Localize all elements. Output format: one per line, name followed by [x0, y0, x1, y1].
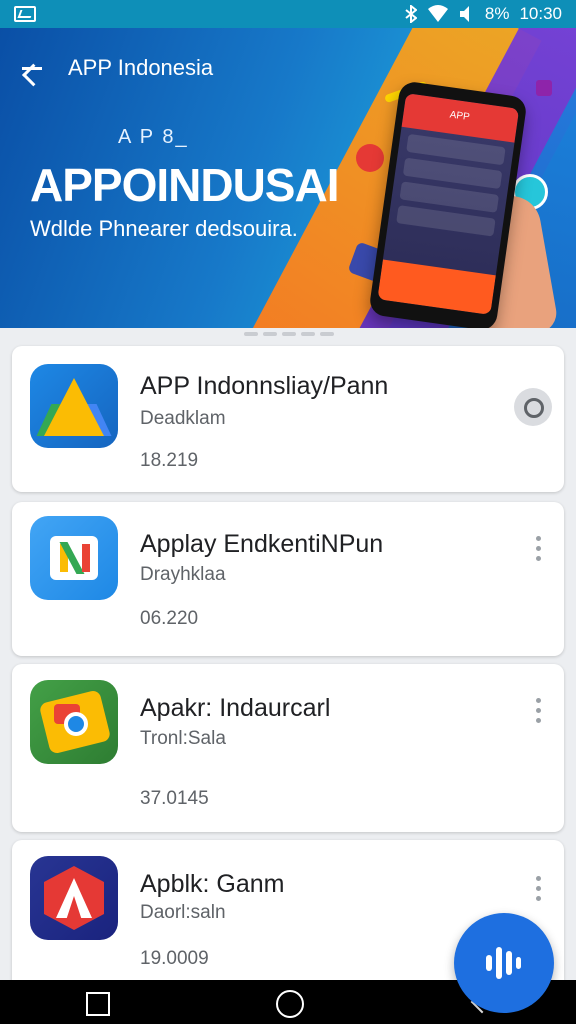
- app-meta: 18.219: [140, 450, 199, 471]
- phone-bottom-bar: [377, 259, 496, 315]
- battery-text: 8%: [484, 4, 510, 23]
- pager-dot: [244, 332, 258, 336]
- app-card[interactable]: APP Indonnsliay/Pann Deadklam 18.219: [12, 346, 564, 492]
- app-card[interactable]: Applay EndkentiNPun Drayhklaa 06.220: [12, 502, 564, 656]
- hero-kicker: A P 8_: [118, 126, 189, 148]
- app-subtitle: Tronl:Sala: [140, 728, 226, 749]
- red-app-icon: [356, 144, 384, 172]
- camera-app-icon: [30, 680, 118, 764]
- app-title: APP Indonnsliay/Pann: [140, 372, 389, 400]
- more-options-icon[interactable]: [526, 874, 550, 904]
- a-app-icon: [30, 856, 118, 940]
- phone-screen: APP: [377, 93, 520, 315]
- app-card[interactable]: Apakr: Indaurcarl Tronl:Sala 37.0145: [12, 664, 564, 832]
- more-options-icon[interactable]: [526, 534, 550, 564]
- app-meta: 06.220: [140, 608, 199, 629]
- back-arrow-icon[interactable]: [16, 50, 56, 86]
- audio-wave-icon: [486, 943, 522, 983]
- app-title: Applay EndkentiNPun: [140, 530, 384, 558]
- app-subtitle: Deadklam: [140, 408, 226, 429]
- clock: 10:30: [519, 4, 562, 23]
- volume-icon: [459, 6, 469, 22]
- app-screen: 8% 10:30 APP Indonesia A P 8_ APPOINDUSA…: [0, 0, 576, 1024]
- app-subtitle: Drayhklaa: [140, 564, 226, 585]
- app-subtitle: Daorl:saln: [140, 902, 226, 923]
- hero-subtitle: Wdlde Phnearer dedsouira.: [30, 216, 298, 241]
- status-bar: 8% 10:30: [0, 0, 576, 28]
- audio-fab-button[interactable]: [454, 913, 554, 1013]
- triangle-app-icon: [30, 364, 118, 448]
- pager-indicator: [244, 332, 334, 336]
- more-options-icon[interactable]: [526, 696, 550, 726]
- app-title: Apakr: Indaurcarl: [140, 694, 331, 722]
- home-icon[interactable]: [268, 982, 308, 1022]
- pager-dot: [263, 332, 277, 336]
- app-title: Apblk: Ganm: [140, 870, 285, 898]
- decor-shape: [536, 80, 552, 96]
- app-meta: 37.0145: [140, 788, 209, 809]
- pager-dot: [282, 332, 296, 336]
- n-app-icon: [30, 516, 118, 600]
- toggle-button[interactable]: [514, 388, 552, 426]
- pager-dot: [320, 332, 334, 336]
- hero-headline: APPOINDUSAI: [30, 159, 339, 211]
- gallery-icon: [14, 6, 36, 22]
- recents-icon[interactable]: [76, 982, 116, 1022]
- bluetooth-icon: [405, 5, 417, 23]
- hero-banner: APP Indonesia A P 8_ APPOINDUSAI Wdlde P…: [0, 28, 576, 328]
- app-meta: 19.0009: [140, 948, 209, 969]
- pager-dot: [301, 332, 315, 336]
- page-title: APP Indonesia: [68, 55, 214, 80]
- top-app-bar: APP Indonesia: [0, 50, 213, 86]
- wifi-icon: [427, 5, 448, 22]
